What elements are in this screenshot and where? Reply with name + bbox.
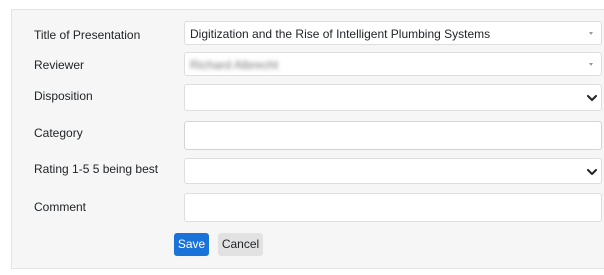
- reviewer-value: Richard Albrecht: [190, 58, 279, 72]
- category-label: Category: [34, 126, 83, 140]
- caret-down-icon: [589, 63, 593, 66]
- save-button[interactable]: Save: [174, 233, 209, 256]
- title-label: Title of Presentation: [34, 28, 141, 42]
- comment-label: Comment: [34, 200, 87, 214]
- comment-input[interactable]: [184, 193, 602, 222]
- caret-down-icon: [589, 32, 593, 35]
- title-select[interactable]: Digitization and the Rise of Intelligent…: [184, 21, 602, 45]
- title-value: Digitization and the Rise of Intelligent…: [190, 27, 491, 41]
- chevron-down-icon: [587, 169, 597, 177]
- category-input[interactable]: [184, 121, 602, 150]
- chevron-down-icon: [587, 95, 597, 103]
- reviewer-select[interactable]: Richard Albrecht: [184, 52, 602, 76]
- disposition-select[interactable]: [184, 84, 602, 111]
- reviewer-label: Reviewer: [34, 58, 85, 72]
- review-form-panel: Title of Presentation Digitization and t…: [11, 9, 604, 269]
- rating-label: Rating 1-5 5 being best: [34, 162, 159, 176]
- disposition-label: Disposition: [34, 89, 93, 103]
- cancel-button[interactable]: Cancel: [218, 233, 263, 256]
- rating-select[interactable]: [184, 158, 602, 184]
